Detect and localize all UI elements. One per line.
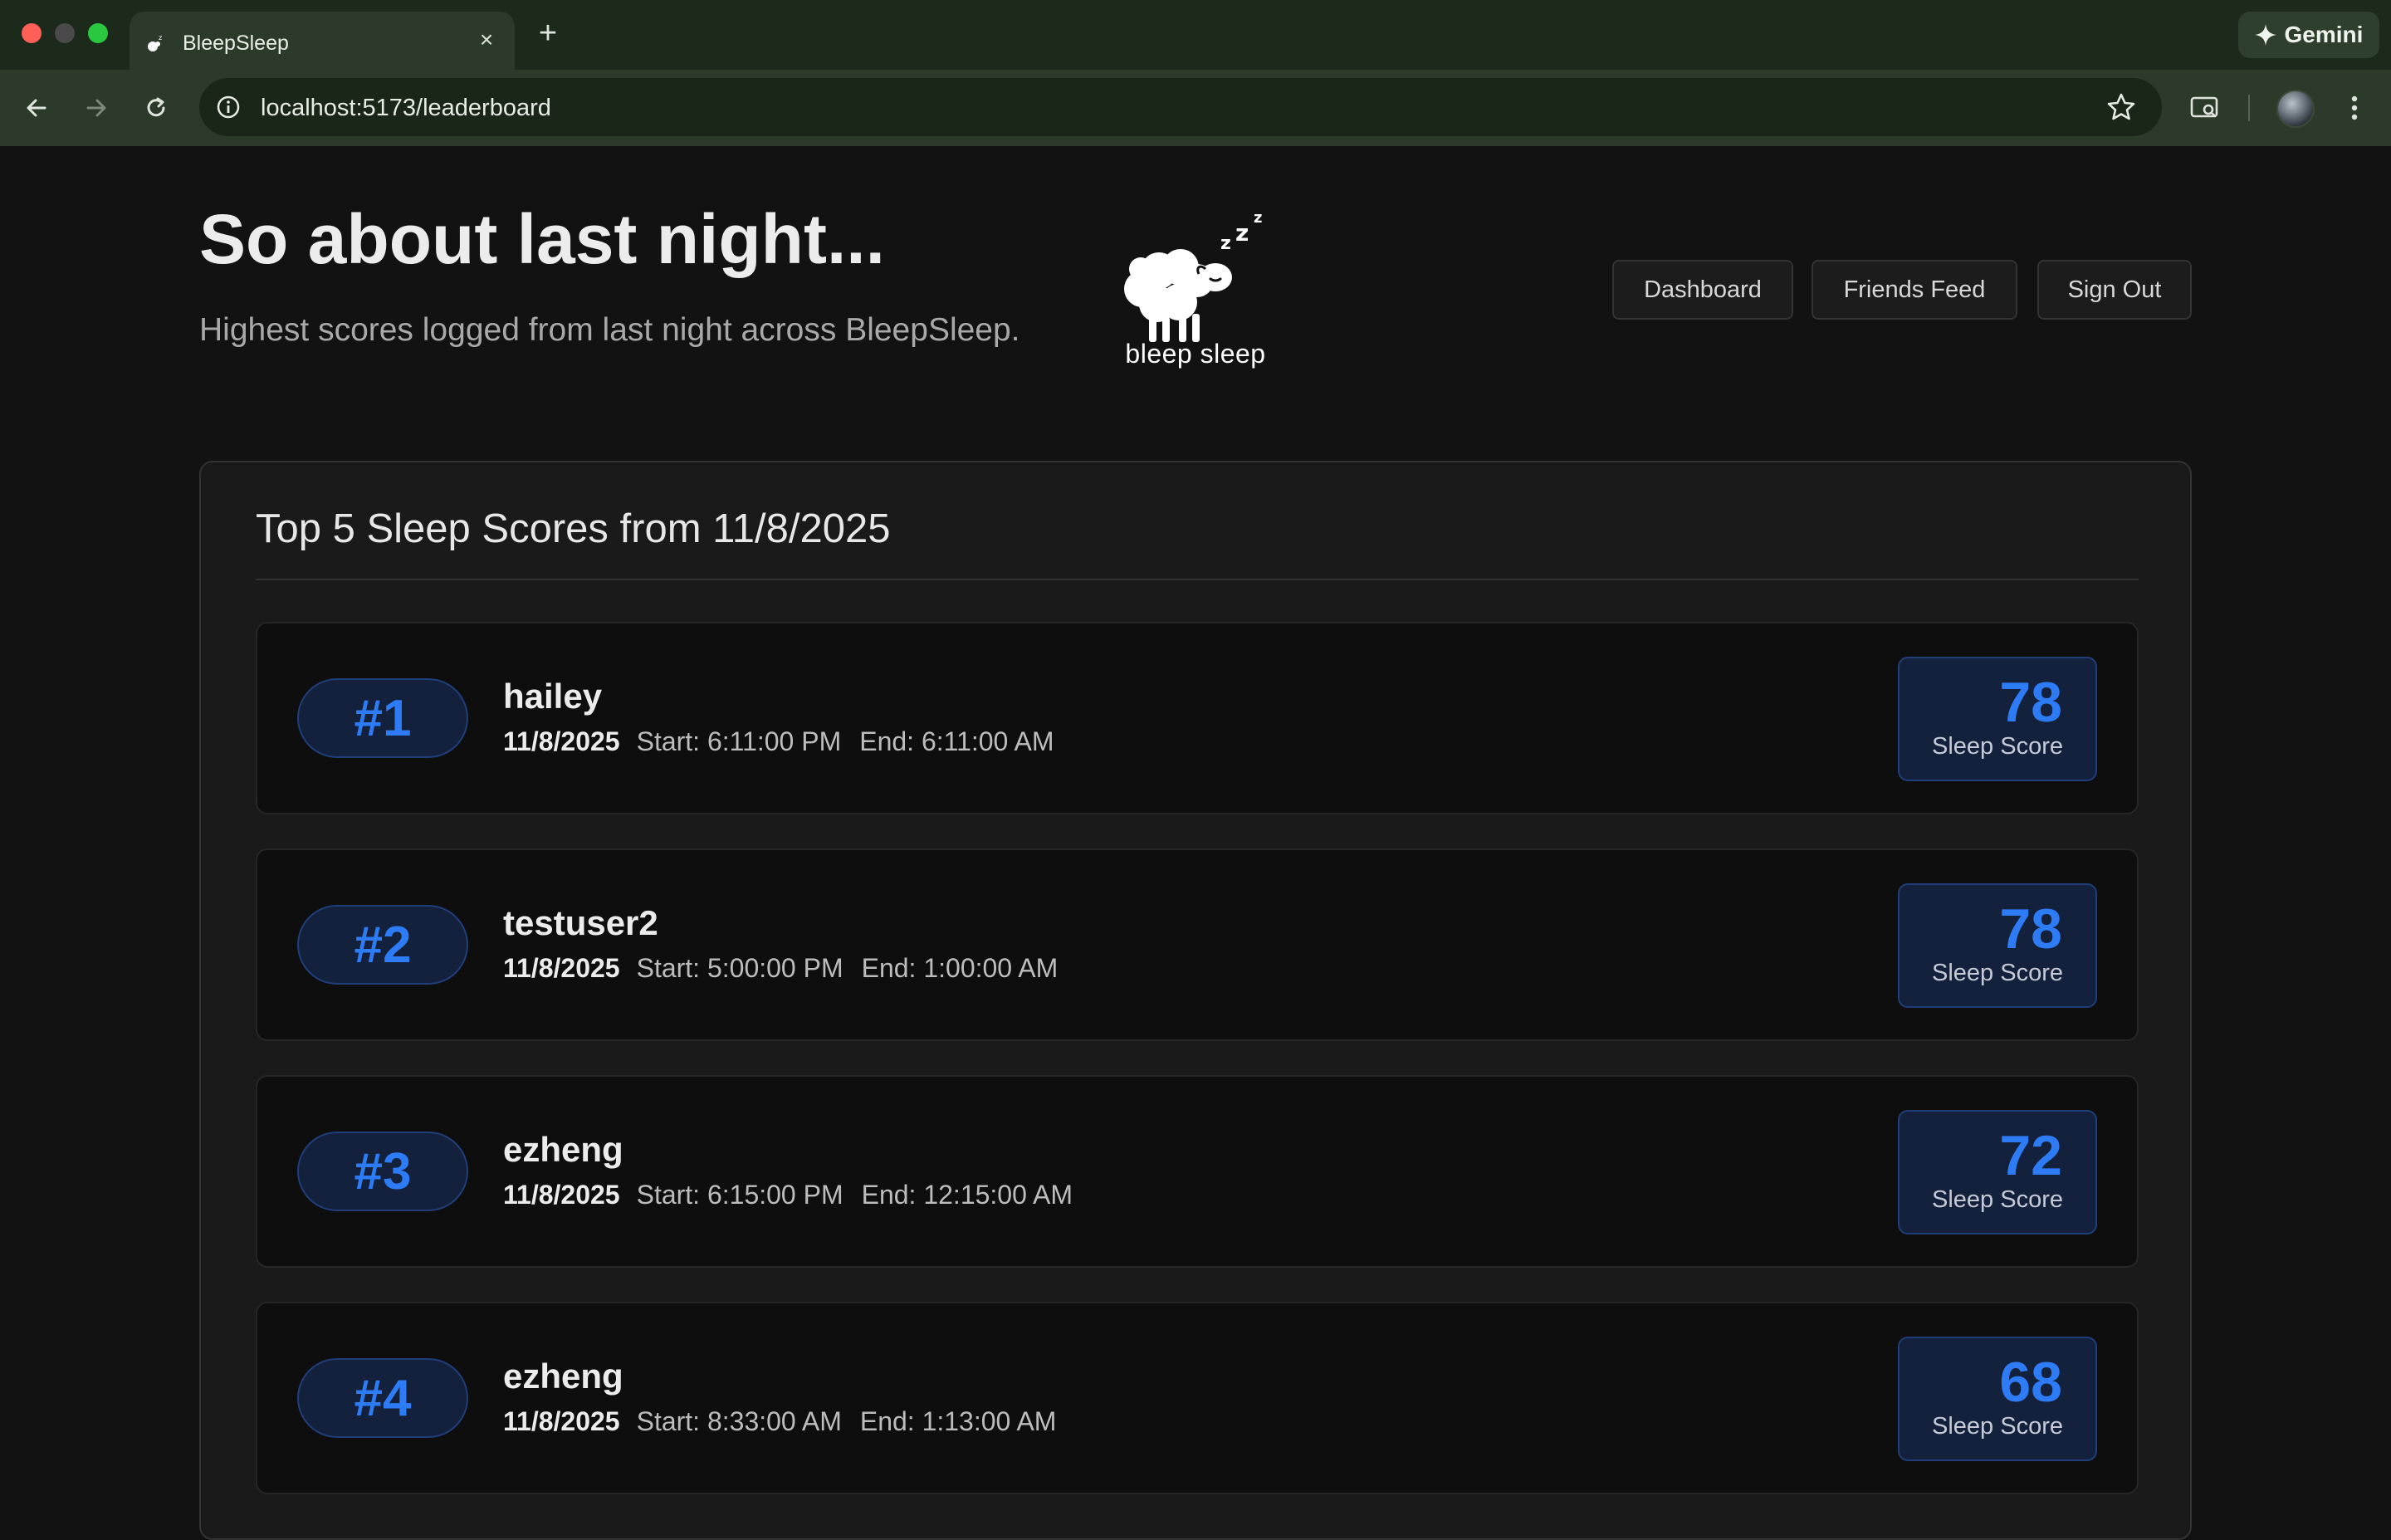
maximize-window-button[interactable] bbox=[88, 23, 108, 43]
info-icon bbox=[217, 95, 240, 119]
leaderboard-row: #2 testuser2 11/8/2025 Start: 5:00:00 PM E… bbox=[256, 848, 2139, 1041]
sleep-start: Start: 5:00:00 PM bbox=[636, 953, 843, 983]
user-name: testuser2 bbox=[503, 903, 658, 942]
page-title: So about last night... bbox=[199, 200, 885, 278]
page-subtitle: Highest scores logged from last night ac… bbox=[199, 312, 1020, 348]
tab-title: BleepSleep bbox=[183, 32, 289, 55]
arrow-left-icon bbox=[27, 99, 46, 117]
leaderboard-row: #1 hailey 11/8/2025 Start: 6:11:00 PM End:… bbox=[256, 622, 2139, 814]
profile-avatar[interactable] bbox=[2276, 90, 2315, 128]
sheep-favicon-icon: z bbox=[148, 34, 162, 51]
dashboard-button[interactable]: Dashboard bbox=[1612, 260, 1793, 320]
leaderboard-row: #4 ezheng 11/8/2025 Start: 8:33:00 AM End:… bbox=[256, 1302, 2139, 1494]
sleep-start: Start: 6:15:00 PM bbox=[636, 1180, 843, 1210]
search-tab-icon bbox=[2190, 96, 2218, 118]
gemini-button[interactable]: Gemini bbox=[2238, 12, 2379, 58]
card-divider bbox=[256, 579, 2139, 580]
browser-menu-button[interactable] bbox=[2335, 88, 2374, 128]
close-tab-icon[interactable]: × bbox=[473, 27, 500, 53]
back-button[interactable] bbox=[17, 88, 56, 128]
sleep-score-value: 78 bbox=[1999, 897, 2062, 961]
leaderboard-row: #3 ezheng 11/8/2025 Start: 6:15:00 PM End:… bbox=[256, 1075, 2139, 1268]
leaderboard-card: Top 5 Sleep Scores from 11/8/2025 #1 hai… bbox=[199, 461, 2192, 1540]
sleep-score-value: 68 bbox=[1999, 1351, 2062, 1414]
sleep-date: 11/8/2025 bbox=[503, 953, 620, 983]
address-bar[interactable]: localhost:5173/leaderboard bbox=[199, 78, 2162, 136]
sleep-meta: 11/8/2025 Start: 5:00:00 PM End: 1:00:00 A… bbox=[503, 953, 1058, 984]
gemini-label: Gemini bbox=[2284, 22, 2364, 47]
sleep-start: Start: 6:11:00 PM bbox=[636, 726, 842, 756]
new-tab-button[interactable]: + bbox=[531, 15, 565, 51]
sleep-score-value: 78 bbox=[1999, 671, 2062, 734]
arrow-right-icon bbox=[86, 99, 106, 117]
sleep-score-box: 78 Sleep Score bbox=[1898, 883, 2097, 1008]
sleep-score-box: 68 Sleep Score bbox=[1898, 1337, 2097, 1461]
rank-badge: #4 bbox=[297, 1358, 468, 1438]
sleep-date: 11/8/2025 bbox=[503, 1180, 620, 1210]
sleep-meta: 11/8/2025 Start: 6:15:00 PM End: 12:15:00 … bbox=[503, 1180, 1073, 1210]
sleep-date: 11/8/2025 bbox=[503, 1406, 620, 1436]
friends-feed-button[interactable]: Friends Feed bbox=[1812, 260, 2017, 320]
browser-tabbar: z BleepSleep × + Gemini bbox=[0, 0, 2391, 70]
user-name: hailey bbox=[503, 677, 603, 716]
browser-tab-active[interactable]: z BleepSleep × bbox=[130, 12, 515, 70]
sleep-meta: 11/8/2025 Start: 8:33:00 AM End: 1:13:00 A… bbox=[503, 1406, 1056, 1437]
minimize-window-button[interactable] bbox=[55, 23, 75, 43]
sleep-score-value: 72 bbox=[1999, 1124, 2062, 1187]
logo-text: bleep sleep bbox=[1125, 339, 1266, 369]
kebab-menu-icon bbox=[2351, 95, 2358, 120]
leaderboard-title: Top 5 Sleep Scores from 11/8/2025 bbox=[256, 506, 891, 551]
forward-button[interactable] bbox=[76, 88, 116, 128]
sleep-score-label: Sleep Score bbox=[1932, 733, 2063, 760]
sleep-end: End: 6:11:00 AM bbox=[859, 726, 1054, 756]
sleep-score-label: Sleep Score bbox=[1932, 1413, 2063, 1440]
sign-out-button[interactable]: Sign Out bbox=[2037, 260, 2192, 320]
sleep-start: Start: 8:33:00 AM bbox=[636, 1406, 842, 1436]
sleep-score-box: 72 Sleep Score bbox=[1898, 1110, 2097, 1234]
sleep-end: End: 1:00:00 AM bbox=[861, 953, 1059, 983]
site-info-button[interactable] bbox=[211, 90, 246, 125]
sleep-score-label: Sleep Score bbox=[1932, 960, 2063, 986]
sleep-meta: 11/8/2025 Start: 6:11:00 PM End: 6:11:00 A… bbox=[503, 726, 1054, 757]
reload-button[interactable] bbox=[136, 88, 176, 128]
browser-toolbar: localhost:5173/leaderboard bbox=[0, 70, 2391, 146]
gemini-sparkle-icon bbox=[2254, 24, 2276, 46]
star-icon[interactable] bbox=[2105, 91, 2137, 123]
svg-text:z: z bbox=[159, 34, 162, 42]
user-name: ezheng bbox=[503, 1357, 623, 1396]
user-name: ezheng bbox=[503, 1130, 623, 1169]
svg-text:z: z bbox=[1220, 233, 1231, 254]
toolbar-separator bbox=[2248, 95, 2250, 121]
url-text: localhost:5173/leaderboard bbox=[261, 95, 551, 121]
sleep-end: End: 1:13:00 AM bbox=[859, 1406, 1057, 1436]
close-window-button[interactable] bbox=[22, 23, 42, 43]
rank-badge: #1 bbox=[297, 678, 468, 758]
svg-text:z: z bbox=[1254, 209, 1262, 227]
svg-text:z: z bbox=[1235, 219, 1249, 247]
rank-badge: #3 bbox=[297, 1132, 468, 1211]
lens-button[interactable] bbox=[2185, 88, 2225, 128]
sleep-score-box: 78 Sleep Score bbox=[1898, 657, 2097, 781]
sleep-date: 11/8/2025 bbox=[503, 726, 620, 756]
reload-icon bbox=[147, 97, 165, 117]
sleep-score-label: Sleep Score bbox=[1932, 1186, 2063, 1213]
sleep-end: End: 12:15:00 AM bbox=[861, 1180, 1073, 1210]
rank-badge: #2 bbox=[297, 905, 468, 985]
